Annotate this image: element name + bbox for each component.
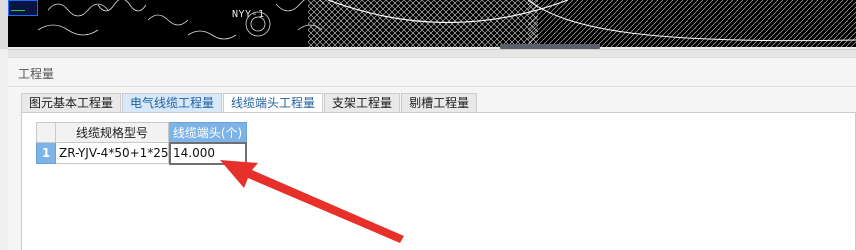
cad-view: NYY-1 (0, 0, 856, 49)
cad-ucs-indicator (8, 0, 38, 16)
row-header[interactable]: 1 (36, 143, 56, 164)
grid-corner-header[interactable] (36, 122, 56, 143)
tab-groove[interactable]: 剔槽工程量 (401, 93, 478, 113)
tab-bracket[interactable]: 支架工程量 (324, 93, 401, 113)
quantity-tabs: 图元基本工程量 电气线缆工程量 线缆端头工程量 支架工程量 剔槽工程量 (21, 93, 478, 113)
cad-axis-line (11, 10, 25, 11)
tab-cable-terminal[interactable]: 线缆端头工程量 (223, 93, 324, 113)
cad-drawing-label: NYY-1 (232, 9, 265, 20)
panel-title: 工程量 (18, 67, 55, 81)
cell-terminal-count-selected[interactable]: 14.000 (169, 142, 247, 165)
cad-linework (37, 0, 856, 47)
tab-cable[interactable]: 电气线缆工程量 (122, 93, 223, 113)
cad-drawing-canvas[interactable]: NYY-1 (8, 0, 856, 47)
panel-divider (8, 86, 856, 87)
column-header-spec[interactable]: 线缆规格型号 (56, 122, 169, 143)
cell-spec[interactable]: ZR-YJV-4*50+1*25 (56, 143, 169, 164)
cad-left-gutter (0, 0, 8, 49)
panel-splitter[interactable] (8, 49, 856, 57)
tab-element-basic[interactable]: 图元基本工程量 (21, 93, 122, 113)
quantity-panel: 工程量 图元基本工程量 电气线缆工程量 线缆端头工程量 支架工程量 剔槽工程量 … (8, 57, 856, 250)
column-header-terminal-count[interactable]: 线缆端头(个) (169, 122, 247, 143)
tab-content-area: 线缆规格型号 线缆端头(个) 1 ZR-YJV-4*50+1*25 14.000 (21, 112, 856, 250)
